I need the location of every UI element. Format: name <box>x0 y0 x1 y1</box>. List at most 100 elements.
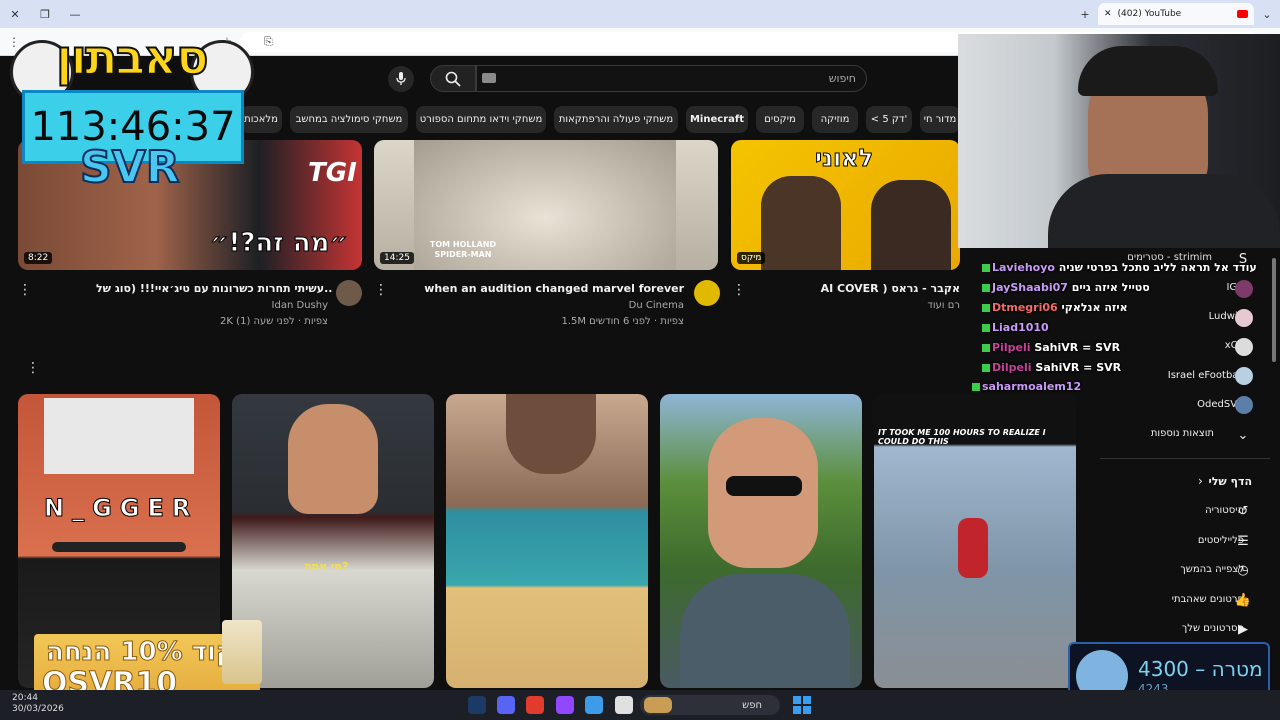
sunglasses-icon <box>726 476 802 496</box>
spiderman-figure <box>958 518 988 578</box>
chip-simulation-games[interactable]: משחקי סימולציה במחשב <box>290 106 408 133</box>
shorts-menu-icon[interactable]: ⋮ <box>26 360 40 376</box>
video-meta: 2K צפיות · לפני שעה (1) <box>220 316 328 327</box>
play-icon: ▶ <box>1238 621 1248 637</box>
chat-username: JayShaabi07 <box>992 281 1068 294</box>
chrome-icon[interactable] <box>585 696 603 714</box>
thumbs-up-icon: 👍 <box>1234 592 1252 608</box>
sidebar-scrollbar[interactable] <box>1272 258 1276 362</box>
chat-message: Dilpeli SahiVR = SVR <box>982 361 1121 374</box>
show-more-button[interactable]: תוצאות נוספות <box>1151 428 1214 439</box>
video-menu-icon[interactable]: ⋮ <box>374 282 388 298</box>
video-menu-icon[interactable]: ⋮ <box>732 282 746 298</box>
video-channel[interactable]: רם ועוד <box>880 300 960 311</box>
chat-message: Laviehoyo עודד אל תראה לליב סתכל בפרטי ש… <box>982 261 1257 274</box>
youtube-favicon-icon <box>1237 10 1248 18</box>
goal-target-line: 4300 – מטרה <box>1138 657 1263 681</box>
new-tab-button[interactable]: + <box>1076 5 1094 23</box>
cast-icon[interactable]: ⎘ <box>264 35 273 49</box>
chip-live[interactable]: מדור חי <box>920 106 960 133</box>
chevron-down-icon[interactable]: ⌄ <box>1234 426 1252 444</box>
chip-minecraft[interactable]: Minecraft <box>686 106 748 133</box>
video-title[interactable]: עשיתי תחרות כשרונות עם טיג׳איי!!! (סוג ש… <box>96 282 332 295</box>
thumbnail-caption: מי אתה? <box>304 560 349 573</box>
file-explorer-icon[interactable] <box>615 696 633 714</box>
chat-username: Dtmegri06 <box>992 301 1058 314</box>
thumbnail-bar <box>52 542 186 552</box>
close-window-icon[interactable]: ✕ <box>6 5 24 23</box>
short-thumbnail[interactable]: IT TOOK ME 100 HOURS TO REALIZE I COULD … <box>874 394 1076 688</box>
thumbnail-caption: N_GGER <box>43 494 199 523</box>
sidebar-you-heading[interactable]: הדף שלי <box>1208 475 1252 488</box>
maximize-window-icon[interactable]: ❐ <box>36 5 54 23</box>
twitch-icon[interactable] <box>556 696 574 714</box>
channel-avatar[interactable] <box>1235 309 1253 327</box>
thumbnail-caption: ״מה זה?!״ <box>210 228 349 259</box>
chip-mixes[interactable]: מיקסים <box>756 106 804 133</box>
chat-username: Dilpeli <box>992 361 1032 374</box>
search-input[interactable]: חיפוש <box>476 65 867 92</box>
short-thumbnail[interactable]: מי אתה? <box>232 394 434 688</box>
chip-crafts[interactable]: מלאכות <box>240 106 282 133</box>
chat-text: איזה אנלאקי <box>1061 301 1128 314</box>
channel-avatar[interactable] <box>1235 338 1253 356</box>
thumbnail-caption: לאוני <box>814 144 874 173</box>
taskbar-date: 30/03/2026 <box>12 704 64 714</box>
channel-avatar[interactable] <box>1235 367 1253 385</box>
playlist-icon: ☰ <box>1237 533 1249 549</box>
thumbnail-logo-text: TGI <box>308 158 357 188</box>
chevron-right-icon[interactable]: › <box>1198 474 1203 488</box>
promo-discount-text: קוד 10% הנחה <box>45 637 236 668</box>
channel-avatar[interactable] <box>1235 396 1253 414</box>
clock-icon: ◷ <box>1237 562 1249 578</box>
chip-sports-games[interactable]: משחקי וידאו מתחום הספורט <box>416 106 546 133</box>
tab-search-icon[interactable]: ⌄ <box>1258 5 1276 23</box>
chip-under-5-min[interactable]: < 5 דק' <box>866 106 912 133</box>
voice-search-button[interactable] <box>388 66 414 92</box>
short-thumbnail[interactable] <box>446 394 648 688</box>
goal-label: מטרה <box>1211 657 1263 681</box>
streamer-hair <box>1078 46 1218 96</box>
video-title[interactable]: when an audition changed marvel forever <box>400 282 684 295</box>
tab-close-icon[interactable]: ✕ <box>1104 9 1112 19</box>
chat-message: saharmoalem12 <box>972 380 1081 393</box>
video-duration: 8:22 <box>24 252 53 264</box>
search-highlight-icon <box>644 697 672 713</box>
video-channel[interactable]: Du Cinema <box>560 300 684 311</box>
thumbnail-scene <box>44 398 194 474</box>
chat-text: SahiVR = SVR <box>1034 341 1121 354</box>
chip-action-adventure[interactable]: משחקי פעולה והרפתקאות <box>554 106 678 133</box>
short-thumbnail[interactable] <box>660 394 862 688</box>
sidebar-item-israel-efootball[interactable]: Israel eFootball <box>1168 370 1244 381</box>
perfume-bottle-icon <box>222 620 262 684</box>
taskbar-time: 20:44 <box>12 693 38 703</box>
windows-start-icon[interactable] <box>793 696 811 714</box>
chip-music[interactable]: מוזיקה <box>812 106 858 133</box>
channel-avatar[interactable] <box>1235 280 1253 298</box>
video-meta: 1.5M צפיות · לפני 6 חודשים <box>561 316 684 327</box>
steam-icon[interactable] <box>468 696 486 714</box>
sidebar-divider <box>1100 458 1270 459</box>
app-icon[interactable] <box>526 696 544 714</box>
chat-username: Liad1010 <box>992 321 1049 334</box>
channel-avatar[interactable] <box>694 280 720 306</box>
menu-dots-icon[interactable]: ⋮ <box>8 35 20 49</box>
chat-text: סטייל איזה גיים <box>1071 281 1150 294</box>
minimize-window-icon[interactable]: — <box>66 5 84 23</box>
channel-avatar[interactable] <box>336 280 362 306</box>
category-chips-bar: מדור חי < 5 דק' מוזיקה מיקסים Minecraft … <box>240 106 960 134</box>
goal-target: 4300 <box>1138 657 1189 681</box>
discord-icon[interactable] <box>497 696 515 714</box>
video-thumbnail[interactable]: TOM HOLLAND SPIDER-MAN 14:25 <box>374 140 718 270</box>
video-title[interactable]: AI COVER ) אקבר - גראס <box>756 282 960 295</box>
keyboard-icon[interactable] <box>482 73 496 83</box>
search-button[interactable] <box>430 65 476 92</box>
video-channel[interactable]: Idan Dushy <box>200 300 328 311</box>
thumbnail-person <box>680 574 850 688</box>
webcam-overlay <box>958 34 1280 248</box>
chat-message: JayShaabi07 סטייל איזה גיים <box>982 281 1150 294</box>
video-menu-icon[interactable]: ⋮ <box>18 282 32 298</box>
video-thumbnail[interactable]: לאוני מיקס <box>731 140 960 270</box>
browser-tab-youtube[interactable]: ✕ (402) YouTube <box>1098 3 1254 25</box>
chat-text: עודד אל תראה לליב סתכל בפרטי שניה <box>1058 261 1257 274</box>
